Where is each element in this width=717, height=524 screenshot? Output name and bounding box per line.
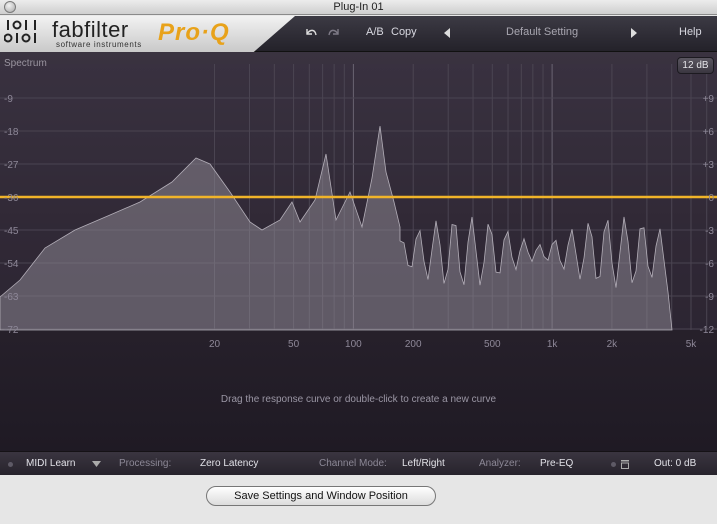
frequency-label: 2k xyxy=(607,339,619,350)
left-scale-label: -54 xyxy=(4,259,19,270)
right-scale-label: -9 xyxy=(705,292,714,303)
frequency-label: 500 xyxy=(484,339,501,350)
status-bar: MIDI Learn Processing: Zero Latency Chan… xyxy=(0,451,717,475)
ab-b-label: B xyxy=(376,26,384,38)
channel-mode-label: Channel Mode: xyxy=(319,458,387,469)
redo-icon[interactable] xyxy=(327,27,341,39)
frequency-label: 200 xyxy=(405,339,422,350)
plugin-header: fabfilter software instruments Pro·Q A/B… xyxy=(0,16,717,52)
hint-text: Drag the response curve or double-click … xyxy=(220,394,497,405)
output-meter-icon[interactable] xyxy=(621,460,629,469)
ab-button[interactable]: A/B xyxy=(366,26,384,38)
left-scale-label: -72 xyxy=(4,325,19,336)
right-scale-label: 0 xyxy=(708,193,714,204)
frequency-label: 50 xyxy=(288,339,300,350)
frequency-label: 100 xyxy=(345,339,362,350)
copy-button[interactable]: Copy xyxy=(391,26,417,38)
product-name: Pro·Q xyxy=(158,19,230,46)
analyzer-label: Analyzer: xyxy=(479,458,521,469)
spectrum-label: Spectrum xyxy=(4,58,47,69)
range-button[interactable]: 12 dB xyxy=(677,57,714,74)
right-scale-label: -6 xyxy=(705,259,714,270)
left-scale-label: -9 xyxy=(4,94,13,105)
analyzer-value[interactable]: Pre-EQ xyxy=(540,458,573,469)
right-scale-label: +3 xyxy=(703,160,715,171)
preset-name[interactable]: Default Setting xyxy=(506,26,578,38)
left-scale-label: -27 xyxy=(4,160,19,171)
left-scale-label: -45 xyxy=(4,226,19,237)
window-title: Plug-In 01 xyxy=(333,1,384,13)
frequency-label: 20 xyxy=(209,339,221,350)
spectrum-graph[interactable]: -9 -18 -27 -36 -45 -54 -63 -72 +9 +6 +3 0 -3 -6 -9 -12 2… xyxy=(0,52,717,451)
brand-subtitle: software instruments xyxy=(56,40,142,49)
pro-q-plugin: fabfilter software instruments Pro·Q A/B… xyxy=(0,16,717,475)
left-scale-label: -63 xyxy=(4,292,19,303)
midi-led-icon xyxy=(8,462,13,467)
right-scale-label: +6 xyxy=(703,127,715,138)
left-scale-label: -36 xyxy=(4,193,19,204)
host-area: Save Settings and Window Position xyxy=(0,475,717,524)
right-scale-label: -3 xyxy=(705,226,714,237)
left-scale-label: -18 xyxy=(4,127,19,138)
ab-label: A/ xyxy=(366,26,377,38)
brand-panel: fabfilter software instruments Pro·Q xyxy=(0,16,295,52)
frequency-label: 1k xyxy=(547,339,559,350)
processing-value[interactable]: Zero Latency xyxy=(200,458,258,469)
fabfilter-logo-icon xyxy=(4,20,36,43)
chevron-down-icon[interactable] xyxy=(92,461,101,467)
channel-mode-value[interactable]: Left/Right xyxy=(402,458,445,469)
next-preset-icon[interactable] xyxy=(631,28,637,38)
frequency-label: 5k xyxy=(686,339,698,350)
output-led-icon xyxy=(611,462,616,467)
help-button[interactable]: Help xyxy=(679,26,702,38)
eq-display[interactable]: -9 -18 -27 -36 -45 -54 -63 -72 +9 +6 +3 0 -3 -6 -9 -12 2… xyxy=(0,52,717,451)
save-settings-button[interactable]: Save Settings and Window Position xyxy=(206,486,436,506)
undo-icon[interactable] xyxy=(304,27,318,39)
processing-label: Processing: xyxy=(119,458,172,469)
right-scale-label: -12 xyxy=(700,325,715,336)
midi-learn-button[interactable]: MIDI Learn xyxy=(26,458,75,469)
right-scale-label: +9 xyxy=(703,94,715,105)
title-bar[interactable]: Plug-In 01 xyxy=(0,0,717,15)
output-gain[interactable]: Out: 0 dB xyxy=(654,458,696,469)
plugin-window: Plug-In 01 fabfilter software instrument… xyxy=(0,0,717,524)
previous-preset-icon[interactable] xyxy=(444,28,450,38)
